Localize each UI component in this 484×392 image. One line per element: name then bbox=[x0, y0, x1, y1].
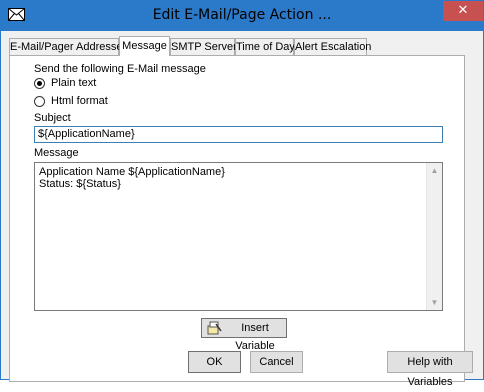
tab-smtp-server[interactable]: SMTP Server bbox=[170, 38, 237, 55]
message-scrollbar[interactable]: ▲ ▼ bbox=[426, 163, 442, 310]
scroll-down-icon[interactable]: ▼ bbox=[430, 298, 439, 307]
message-line-2: Status: ${Status} bbox=[39, 178, 121, 190]
close-button[interactable]: ✕ bbox=[443, 1, 483, 21]
window-title: Edit E-Mail/Page Action ... bbox=[152, 7, 332, 23]
message-textarea[interactable]: Application Name ${ApplicationName} Stat… bbox=[34, 162, 443, 311]
message-label: Message bbox=[34, 147, 79, 159]
html-format-radio[interactable] bbox=[34, 96, 45, 107]
html-format-label: Html format bbox=[51, 95, 108, 107]
tab-time-of-day[interactable]: Time of Day bbox=[235, 38, 295, 55]
insert-variable-button[interactable]: Insert Variable bbox=[201, 318, 287, 352]
subject-label: Subject bbox=[34, 112, 71, 124]
insert-variable-label: Insert Variable bbox=[235, 322, 275, 352]
message-line-1: Application Name ${ApplicationName} bbox=[39, 166, 225, 178]
dialog-window: Edit E-Mail/Page Action ... ✕ E-Mail/Pag… bbox=[0, 0, 484, 388]
close-icon: ✕ bbox=[457, 3, 469, 18]
cancel-button[interactable]: Cancel bbox=[250, 351, 303, 373]
format-group-label: Send the following E-Mail message bbox=[34, 63, 206, 75]
tab-email-pager-addresses[interactable]: E-Mail/Pager Addresses bbox=[9, 38, 128, 55]
message-tab-panel: Send the following E-Mail message Plain … bbox=[9, 55, 465, 382]
insert-variable-icon bbox=[207, 321, 222, 335]
plain-text-radio[interactable] bbox=[34, 78, 45, 89]
scroll-up-icon[interactable]: ▲ bbox=[430, 166, 439, 175]
dialog-client: E-Mail/Pager Addresses Message SMTP Serv… bbox=[1, 31, 483, 388]
title-bar: Edit E-Mail/Page Action ... ✕ bbox=[1, 1, 483, 31]
subject-input[interactable]: ${ApplicationName} bbox=[34, 126, 443, 143]
ok-button[interactable]: OK bbox=[188, 351, 241, 373]
tab-message[interactable]: Message bbox=[119, 36, 170, 56]
plain-text-label: Plain text bbox=[51, 77, 97, 89]
message-text: Application Name ${ApplicationName} Stat… bbox=[39, 166, 225, 190]
help-with-variables-button[interactable]: Help with Variables bbox=[387, 351, 473, 388]
tab-alert-escalation[interactable]: Alert Escalation bbox=[294, 38, 371, 55]
